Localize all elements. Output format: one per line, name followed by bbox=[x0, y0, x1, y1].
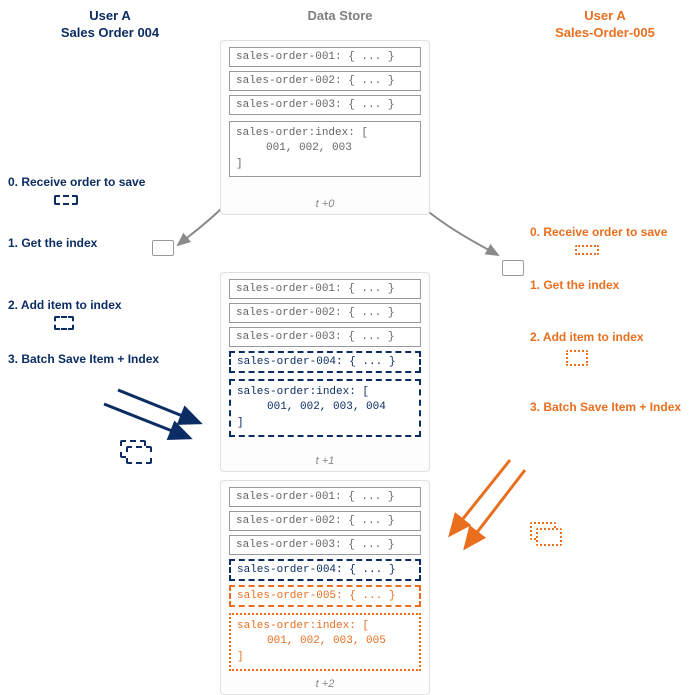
right-step-1-glyph bbox=[502, 260, 524, 276]
t1-index-tail: ] bbox=[237, 416, 413, 431]
left-user: User A bbox=[40, 8, 180, 25]
t0-index: sales-order:index: [ 001, 002, 003 ] bbox=[229, 121, 421, 177]
right-step-2: 2. Add item to index bbox=[530, 330, 700, 346]
t0-row: sales-order-001: { ... } bbox=[229, 47, 421, 67]
t1-row: sales-order-002: { ... } bbox=[229, 303, 421, 323]
t0-index-tail: ] bbox=[236, 157, 414, 172]
t2-index: sales-order:index: [ 001, 002, 003, 005 … bbox=[229, 613, 421, 671]
t2-index-tail: ] bbox=[237, 650, 413, 665]
right-order: Sales-Order-005 bbox=[530, 25, 680, 42]
right-user: User A bbox=[530, 8, 680, 25]
right-step-3-stack-icon bbox=[530, 522, 566, 550]
t0-index-head: sales-order:index: [ bbox=[236, 126, 414, 141]
t1-index-head: sales-order:index: [ bbox=[237, 385, 413, 400]
right-step-3: 3. Batch Save Item + Index bbox=[530, 400, 690, 416]
store-t1: sales-order-001: { ... } sales-order-002… bbox=[220, 272, 430, 472]
left-col-header: User A Sales Order 004 bbox=[40, 8, 180, 42]
store-t2: sales-order-001: { ... } sales-order-002… bbox=[220, 480, 430, 695]
center-col-header: Data Store bbox=[270, 8, 410, 25]
left-step-3: 3. Batch Save Item + Index bbox=[8, 352, 178, 368]
t0-row: sales-order-002: { ... } bbox=[229, 71, 421, 91]
left-order: Sales Order 004 bbox=[40, 25, 180, 42]
t2-row-orange: sales-order-005: { ... } bbox=[229, 585, 421, 607]
right-col-header: User A Sales-Order-005 bbox=[530, 8, 680, 42]
t0-timestamp: t +0 bbox=[221, 198, 429, 210]
right-step-0-glyph bbox=[575, 245, 599, 255]
t2-index-head: sales-order:index: [ bbox=[237, 619, 413, 634]
t2-row-blue: sales-order-004: { ... } bbox=[229, 559, 421, 581]
t1-index-body: 001, 002, 003, 004 bbox=[237, 400, 413, 415]
t1-row-new: sales-order-004: { ... } bbox=[229, 351, 421, 373]
t1-index: sales-order:index: [ 001, 002, 003, 004 … bbox=[229, 379, 421, 437]
t1-timestamp: t +1 bbox=[221, 455, 429, 467]
right-step-0: 0. Receive order to save bbox=[530, 225, 700, 241]
right-step-2-glyph bbox=[566, 350, 588, 366]
left-step-3-stack-icon bbox=[120, 440, 156, 468]
left-step-1-glyph bbox=[152, 240, 174, 256]
t2-index-body: 001, 002, 003, 005 bbox=[237, 634, 413, 649]
t0-index-body: 001, 002, 003 bbox=[236, 141, 414, 156]
t1-row: sales-order-003: { ... } bbox=[229, 327, 421, 347]
t2-timestamp: t +2 bbox=[221, 678, 429, 690]
center-title: Data Store bbox=[270, 8, 410, 25]
t0-row: sales-order-003: { ... } bbox=[229, 95, 421, 115]
t2-row: sales-order-001: { ... } bbox=[229, 487, 421, 507]
store-t0: sales-order-001: { ... } sales-order-002… bbox=[220, 40, 430, 215]
left-step-0: 0. Receive order to save bbox=[8, 175, 188, 191]
t2-row: sales-order-003: { ... } bbox=[229, 535, 421, 555]
left-step-2-glyph bbox=[54, 316, 74, 330]
t2-row: sales-order-002: { ... } bbox=[229, 511, 421, 531]
right-step-1: 1. Get the index bbox=[530, 278, 700, 294]
left-step-2: 2. Add item to index bbox=[8, 298, 188, 314]
left-step-0-glyph bbox=[54, 195, 78, 205]
t1-row: sales-order-001: { ... } bbox=[229, 279, 421, 299]
